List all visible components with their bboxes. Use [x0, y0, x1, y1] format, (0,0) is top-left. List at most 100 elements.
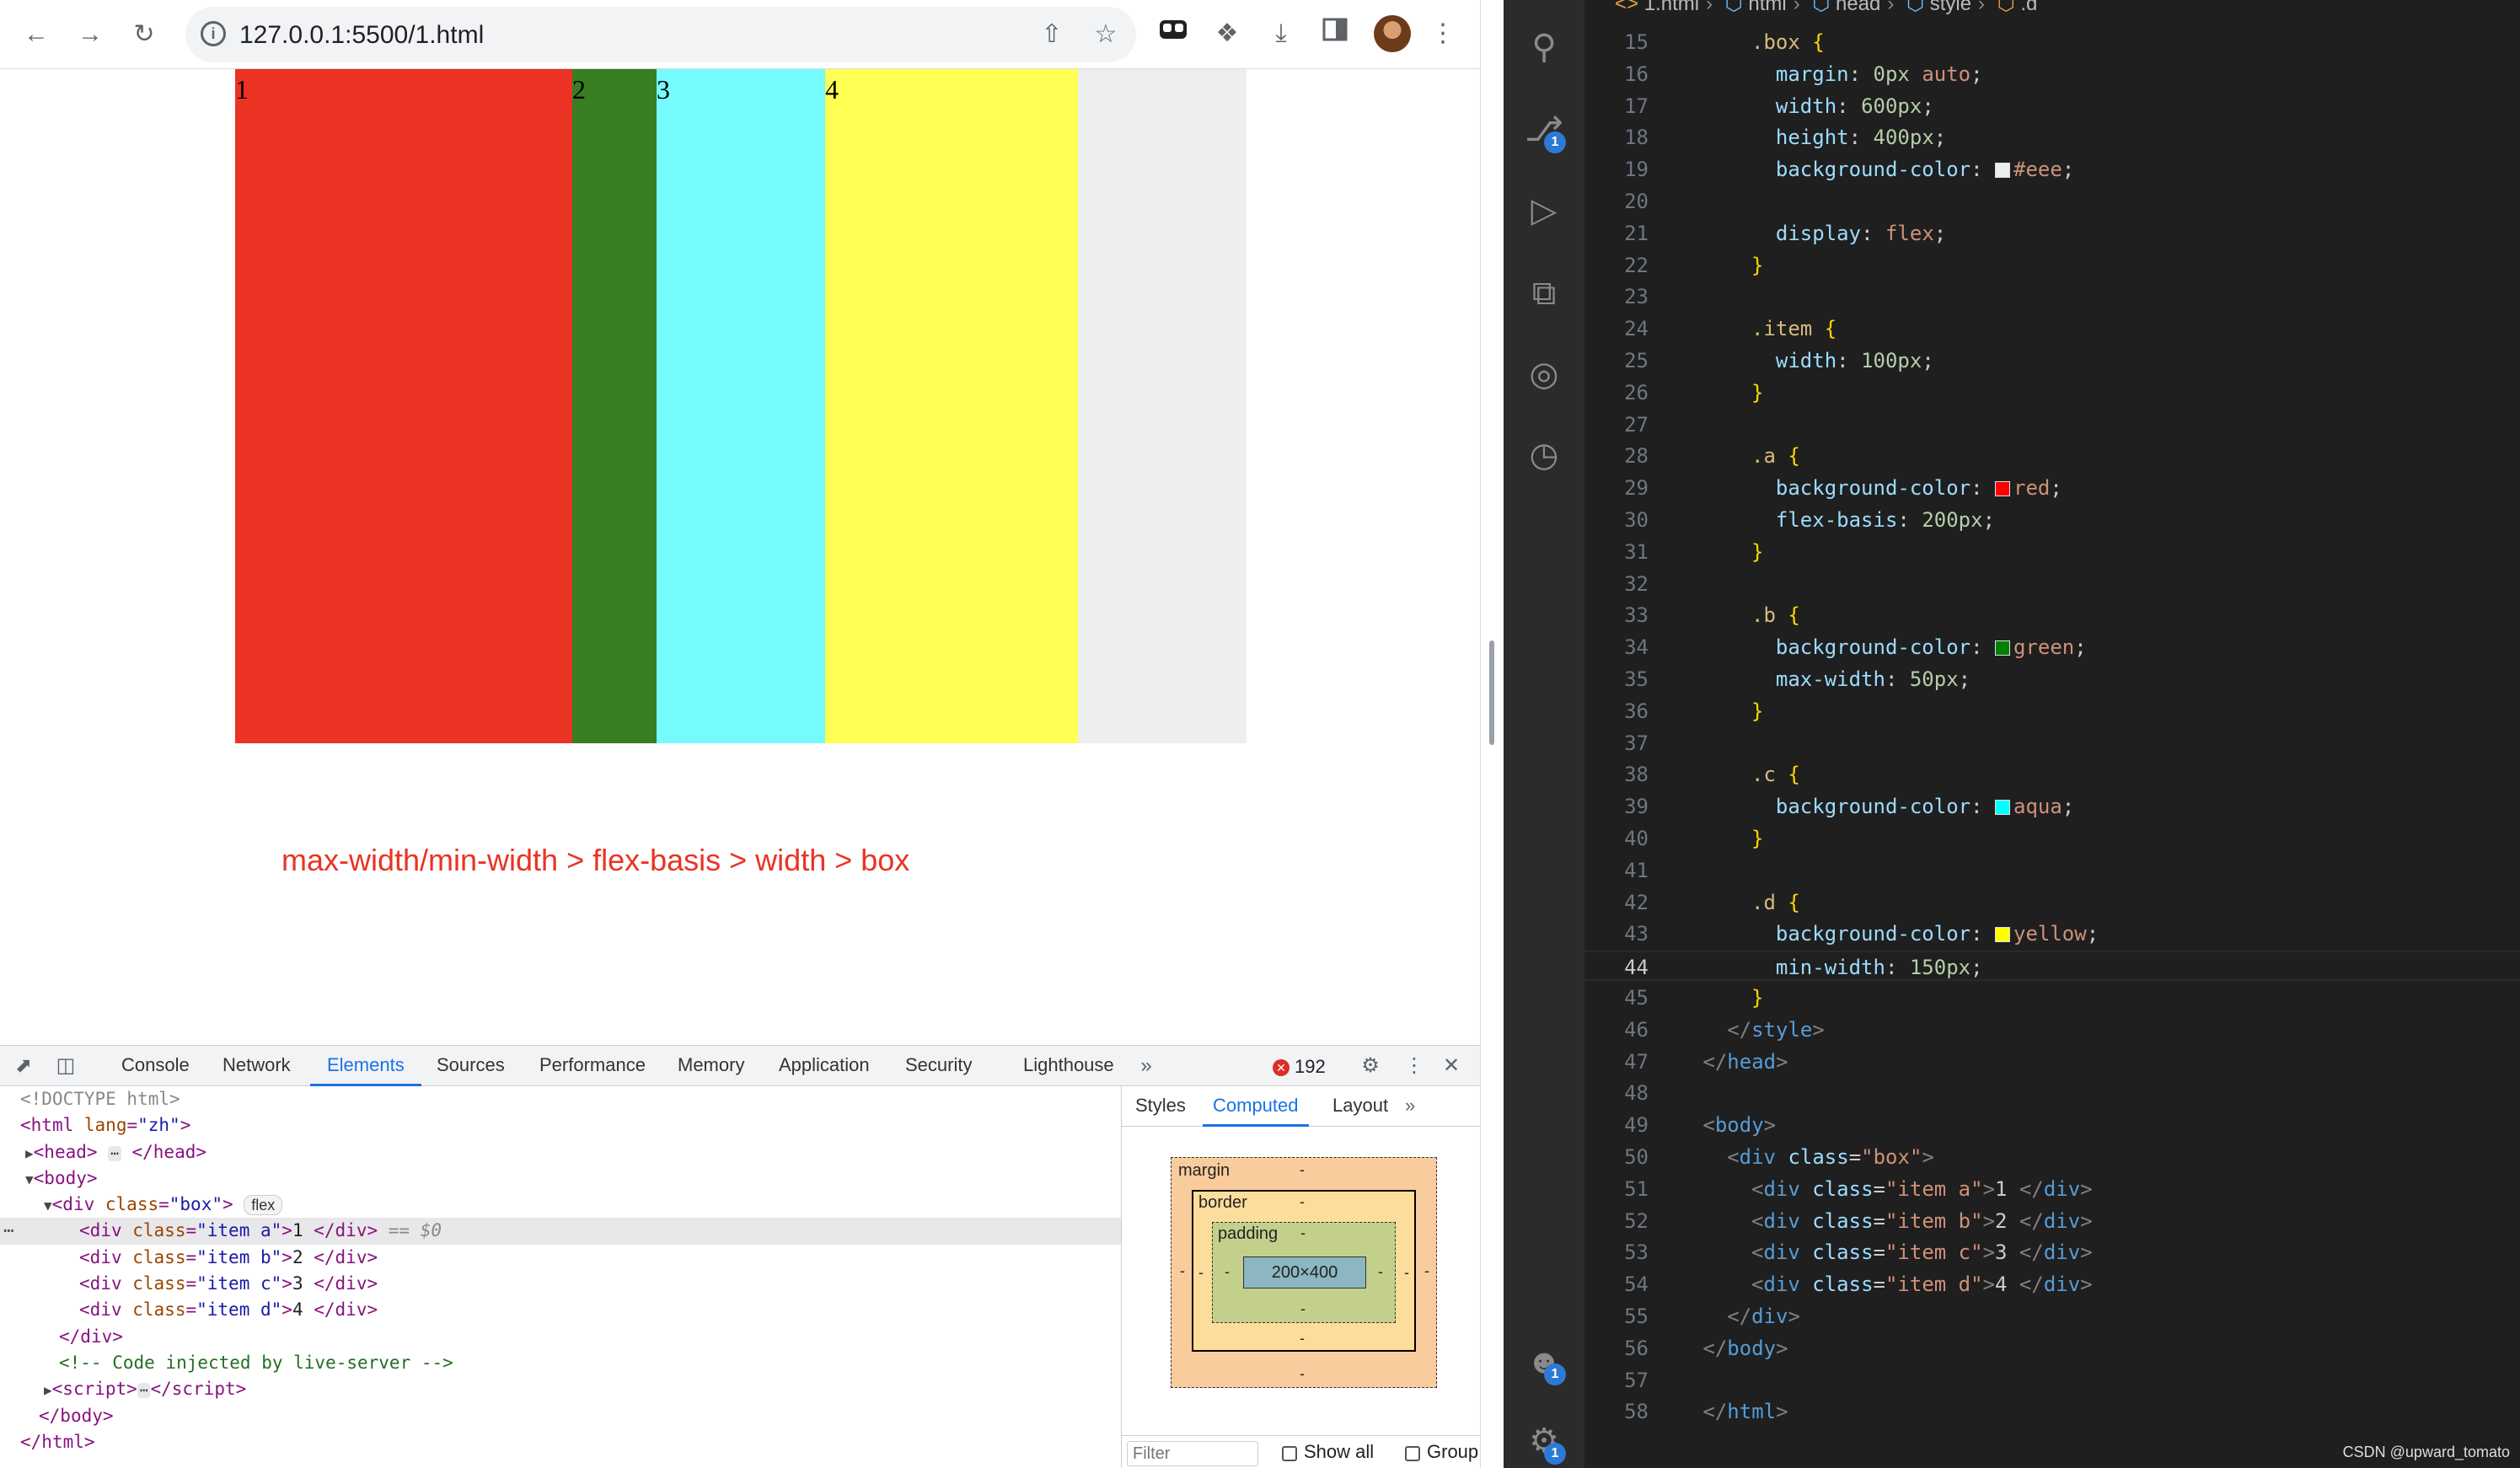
devtools-menu-icon[interactable]: ⋮	[1401, 1053, 1428, 1080]
side-panel-icon[interactable]	[1318, 17, 1352, 51]
code-line[interactable]: 26}	[1584, 378, 2520, 408]
breadcrumb-selector[interactable]: .d	[2020, 0, 2037, 15]
tab-lighthouse[interactable]: Lighthouse	[1023, 1046, 1114, 1086]
tab-computed[interactable]: Computed	[1203, 1086, 1309, 1127]
code-line[interactable]: 31}	[1584, 537, 2520, 567]
code-line[interactable]: 43 background-color: yellow;	[1584, 919, 2520, 949]
code-line[interactable]: 20	[1584, 186, 2520, 217]
code-line[interactable]: 45}	[1584, 983, 2520, 1013]
code-line[interactable]: 30 flex-basis: 200px;	[1584, 505, 2520, 535]
remote-explorer-icon[interactable]: ◎	[1522, 352, 1566, 396]
padding-top-value[interactable]: -	[1300, 1224, 1306, 1242]
search-icon[interactable]: ⚲	[1522, 25, 1566, 69]
code-line[interactable]: 36}	[1584, 696, 2520, 726]
code-line[interactable]: 41	[1584, 855, 2520, 886]
profile-avatar[interactable]	[1374, 15, 1411, 52]
code-line[interactable]: 48	[1584, 1078, 2520, 1108]
code-line[interactable]: 17 width: 600px;	[1584, 91, 2520, 121]
tab-memory[interactable]: Memory	[678, 1046, 744, 1086]
code-line[interactable]: 29 background-color: red;	[1584, 473, 2520, 503]
code-line[interactable]: 44 min-width: 150px;	[1584, 951, 2520, 982]
tab-layout[interactable]: Layout	[1332, 1086, 1388, 1127]
breadcrumb-file[interactable]: 1.html	[1644, 0, 1699, 15]
item-a-node[interactable]: ⋯ <div class="item a">1 </div> == $0	[0, 1218, 1121, 1245]
head-node[interactable]: ▶<head> ⋯ </head>	[0, 1139, 1121, 1165]
splitter-handle[interactable]	[1489, 640, 1494, 745]
item-b-node[interactable]: <div class="item b">2 </div>	[0, 1245, 1121, 1271]
body-node[interactable]: ▼<body>	[0, 1165, 1121, 1192]
code-line[interactable]: 28 .a {	[1584, 441, 2520, 471]
code-line[interactable]: 57	[1584, 1365, 2520, 1396]
close-devtools-icon[interactable]: ✕	[1438, 1053, 1465, 1080]
inspect-element-icon[interactable]: ⬈	[10, 1053, 37, 1080]
code-line[interactable]: 27	[1584, 410, 2520, 440]
border-left-value[interactable]: -	[1198, 1264, 1204, 1282]
item-c-node[interactable]: <div class="item c">3 </div>	[0, 1271, 1121, 1297]
code-line[interactable]: 19 background-color: #eee;	[1584, 154, 2520, 185]
code-line[interactable]: 42 .d {	[1584, 887, 2520, 918]
border-top-value[interactable]: -	[1300, 1193, 1305, 1211]
more-tabs-icon[interactable]: »	[1133, 1053, 1160, 1080]
extensions-icon[interactable]: ⧉	[1522, 271, 1566, 315]
margin-left-value[interactable]: -	[1180, 1262, 1185, 1280]
address-bar[interactable]: i 127.0.0.1:5500/1.html ⇧ ☆	[185, 7, 1136, 62]
padding-bottom-value[interactable]: -	[1300, 1300, 1306, 1318]
box-div-close[interactable]: </div>	[0, 1324, 1121, 1350]
breadcrumb-html[interactable]: html	[1748, 0, 1786, 15]
bookmark-star-icon[interactable]: ☆	[1089, 18, 1123, 51]
doctype-node[interactable]: <!DOCTYPE html>	[0, 1086, 1121, 1112]
code-line[interactable]: 49 <body>	[1584, 1110, 2520, 1140]
code-line[interactable]: 23	[1584, 281, 2520, 312]
code-line[interactable]: 15 .box {	[1584, 27, 2520, 57]
code-line[interactable]: 40}	[1584, 823, 2520, 854]
show-all-checkbox[interactable]	[1282, 1446, 1297, 1461]
code-line[interactable]: 52 <div class="item b">2 </div>	[1584, 1206, 2520, 1236]
box-div-node[interactable]: ▼<div class="box"> flex	[0, 1192, 1121, 1218]
code-line[interactable]: 34 background-color: green;	[1584, 632, 2520, 662]
code-line[interactable]: 51 <div class="item a">1 </div>	[1584, 1174, 2520, 1204]
flex-badge[interactable]: flex	[244, 1195, 283, 1216]
tab-performance[interactable]: Performance	[539, 1046, 646, 1086]
margin-bottom-value[interactable]: -	[1300, 1365, 1305, 1383]
code-line[interactable]: 16 margin: 0px auto;	[1584, 59, 2520, 89]
code-line[interactable]: 33 .b {	[1584, 600, 2520, 630]
code-editor[interactable]: <> 1.html › ⬡ html › ⬡ head › ⬡ style › ⬡ .d…	[1584, 0, 2520, 1468]
breadcrumb-head[interactable]: head	[1836, 0, 1880, 15]
forward-icon[interactable]: →	[74, 19, 106, 51]
back-icon[interactable]: ←	[20, 19, 52, 51]
padding-right-value[interactable]: -	[1378, 1263, 1383, 1281]
tab-network[interactable]: Network	[223, 1046, 291, 1086]
tab-elements[interactable]: Elements	[310, 1046, 421, 1086]
site-info-icon[interactable]: i	[201, 21, 226, 46]
share-icon[interactable]: ⇧	[1035, 18, 1069, 51]
tab-console[interactable]: Console	[121, 1046, 190, 1086]
margin-top-value[interactable]: -	[1300, 1161, 1305, 1179]
script-node[interactable]: ▶<script> ⋯ </script>	[0, 1376, 1121, 1402]
more-menu-icon[interactable]: ⋮	[1426, 17, 1460, 51]
code-line[interactable]: 47 </head>	[1584, 1047, 2520, 1077]
code-line[interactable]: 56 </body>	[1584, 1333, 2520, 1364]
code-line[interactable]: 55 </div>	[1584, 1301, 2520, 1331]
filter-input[interactable]: Filter	[1127, 1441, 1258, 1466]
code-line[interactable]: 39 background-color: aqua;	[1584, 791, 2520, 822]
code-line[interactable]: 38 .c {	[1584, 759, 2520, 790]
tab-application[interactable]: Application	[779, 1046, 870, 1086]
tab-styles[interactable]: Styles	[1135, 1086, 1186, 1127]
code-line[interactable]: 24 .item {	[1584, 313, 2520, 344]
code-line[interactable]: 32	[1584, 569, 2520, 599]
code-line[interactable]: 53 <div class="item c">3 </div>	[1584, 1237, 2520, 1267]
code-line[interactable]: 25 width: 100px;	[1584, 346, 2520, 376]
code-line[interactable]: 54 <div class="item d">4 </div>	[1584, 1269, 2520, 1299]
window-splitter[interactable]	[1480, 0, 1504, 1468]
code-line[interactable]: 35 max-width: 50px;	[1584, 664, 2520, 694]
content-size[interactable]: 200×400	[1243, 1256, 1366, 1289]
code-line[interactable]: 18 height: 400px;	[1584, 122, 2520, 153]
error-count-badge[interactable]: ✕ 192	[1273, 1056, 1326, 1078]
html-close[interactable]: </html>	[0, 1429, 1121, 1455]
code-line[interactable]: 21 display: flex;	[1584, 218, 2520, 249]
reload-icon[interactable]: ↻	[128, 19, 160, 51]
margin-right-value[interactable]: -	[1424, 1262, 1429, 1280]
extension-app-icon[interactable]	[1156, 17, 1190, 51]
extensions-puzzle-icon[interactable]: ❖	[1210, 17, 1244, 51]
download-icon[interactable]: ⤓	[1264, 17, 1298, 51]
